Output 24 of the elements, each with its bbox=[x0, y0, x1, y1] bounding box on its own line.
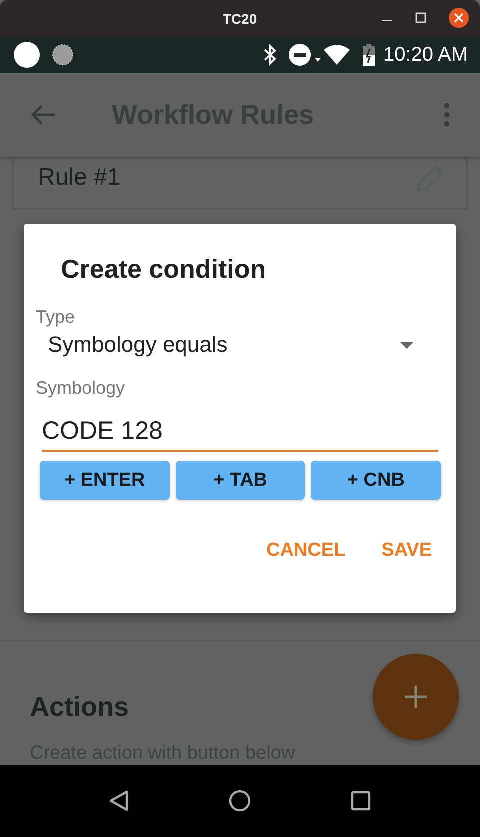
bluetooth-icon bbox=[263, 44, 278, 66]
do-not-disturb-icon bbox=[289, 44, 312, 66]
maximize-icon[interactable] bbox=[415, 12, 427, 24]
section-heading: Actions bbox=[30, 692, 130, 723]
symbology-input-field[interactable]: CODE 128 bbox=[42, 413, 438, 452]
plus-icon bbox=[405, 686, 427, 708]
back-icon[interactable] bbox=[109, 790, 129, 812]
status-time: 10:20 AM bbox=[383, 44, 468, 66]
field-label: Type bbox=[36, 307, 76, 328]
insert-key-button[interactable]: + CNB bbox=[311, 461, 442, 500]
insert-key-button[interactable]: + ENTER bbox=[40, 461, 170, 500]
dropdown-caret-icon bbox=[400, 342, 414, 348]
home-icon[interactable] bbox=[229, 790, 251, 812]
type-dropdown[interactable]: Symbology equals bbox=[36, 328, 440, 358]
notification-dot-icon bbox=[14, 42, 40, 68]
close-icon[interactable] bbox=[449, 8, 469, 28]
battery-icon bbox=[363, 44, 376, 66]
dialog-title: Create condition bbox=[61, 254, 268, 285]
window-title: TC20 bbox=[222, 10, 258, 26]
field-label: Symbology bbox=[36, 378, 126, 399]
wifi-icon bbox=[315, 44, 352, 66]
recents-icon[interactable] bbox=[351, 791, 371, 811]
rule-name: Rule #1 bbox=[38, 164, 121, 192]
insert-key-button[interactable]: + TAB bbox=[176, 461, 306, 500]
